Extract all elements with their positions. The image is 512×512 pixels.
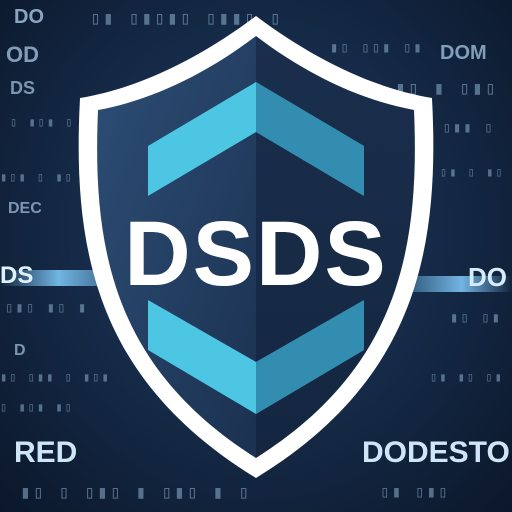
logo-text: DSDS: [124, 203, 388, 305]
cyber-shield-illustration: ▯▮ ▯▮▯▮▯ ▯▮▮▯ ▯ ▮▯ ▯▯▮ ▯▮ ▮▯ ▮ ▯▮▯ ▯ ▮▯▮…: [0, 0, 512, 512]
shield-icon: DSDS: [78, 16, 434, 478]
